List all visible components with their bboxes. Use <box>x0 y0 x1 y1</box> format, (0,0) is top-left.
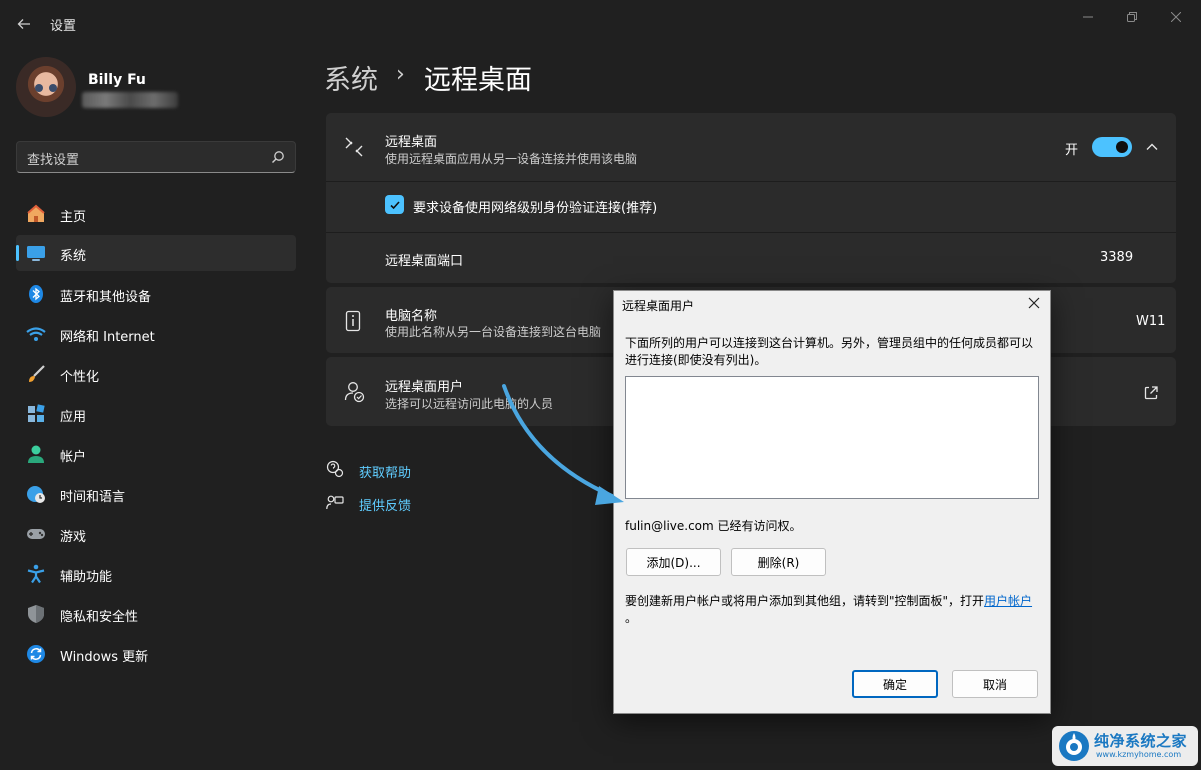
nla-checkbox[interactable] <box>385 195 404 214</box>
nav-item-windows-update[interactable]: Windows 更新 <box>16 636 296 672</box>
dialog-title: 远程桌面用户 <box>622 299 695 313</box>
rd-users-title: 远程桌面用户 <box>385 380 464 395</box>
nav-label: 帐户 <box>60 450 87 465</box>
users-listbox[interactable] <box>625 376 1039 499</box>
nav-item-personalization[interactable]: 个性化 <box>16 356 296 392</box>
brush-icon <box>26 364 46 384</box>
divider <box>326 181 1176 182</box>
dialog-intro-line1: 下面所列的用户可以连接到这台计算机。另外，管理员组中的任何成员都可以 <box>625 336 1034 350</box>
nav-label: 应用 <box>60 410 87 425</box>
get-help-link[interactable]: 获取帮助 <box>359 462 411 481</box>
remote-desktop-description: 使用远程桌面应用从另一设备连接并使用该电脑 <box>385 152 638 166</box>
remove-user-button[interactable]: 删除(R) <box>731 548 826 576</box>
nav-item-accessibility[interactable]: 辅助功能 <box>16 556 296 592</box>
divider <box>326 232 1176 233</box>
dialog-intro-line2: 进行连接(即使没有列出)。 <box>625 353 767 367</box>
title-bar: 设置 <box>0 0 1201 46</box>
pc-name-description: 使用此名称从另一台设备连接到这台电脑 <box>385 325 602 339</box>
nav-item-time-language[interactable]: 时间和语言 <box>16 476 296 512</box>
search-placeholder: 查找设置 <box>27 153 80 168</box>
open-external-icon[interactable] <box>1143 385 1159 405</box>
watermark-name: 纯净系统之家 <box>1094 732 1188 750</box>
nav-item-bluetooth[interactable]: 蓝牙和其他设备 <box>16 276 296 312</box>
nav-label: 游戏 <box>60 530 87 545</box>
watermark-url: www.kzmyhome.com <box>1096 750 1182 759</box>
selected-indicator <box>16 245 19 261</box>
remote-desktop-title: 远程桌面 <box>385 135 438 150</box>
wifi-icon <box>26 324 46 344</box>
app-title: 设置 <box>50 19 77 34</box>
nav-item-network[interactable]: 网络和 Internet <box>16 316 296 352</box>
user-accounts-link[interactable]: 用户帐户 <box>984 594 1032 608</box>
avatar[interactable] <box>16 57 76 117</box>
nav-label: 辅助功能 <box>60 570 113 585</box>
help-icon <box>326 460 344 482</box>
close-icon[interactable] <box>1154 6 1198 28</box>
annotation-arrow <box>496 382 636 514</box>
nav-label: Windows 更新 <box>60 650 149 665</box>
add-user-button[interactable]: 添加(D)... <box>626 548 721 576</box>
watermark-logo <box>1058 730 1090 762</box>
blurred-email <box>82 92 178 108</box>
give-feedback-link[interactable]: 提供反馈 <box>359 495 411 514</box>
nav-label: 系统 <box>60 249 87 264</box>
dialog-close-icon[interactable] <box>1026 295 1042 311</box>
remote-desktop-users-dialog: 远程桌面用户 下面所列的用户可以连接到这台计算机。另外，管理员组中的任何成员都可… <box>613 290 1051 714</box>
chevron-up-icon[interactable] <box>1145 139 1159 158</box>
toggle-state-label: 开 <box>1065 143 1079 158</box>
search-input[interactable]: 查找设置 <box>16 141 296 173</box>
nav-label: 隐私和安全性 <box>60 610 139 625</box>
dialog-note-end: 。 <box>625 611 638 625</box>
nav-label: 个性化 <box>60 370 100 385</box>
nav-label: 时间和语言 <box>60 490 126 505</box>
pc-name-value: W11 <box>1136 314 1166 329</box>
gamepad-icon <box>26 524 46 544</box>
apps-icon <box>26 404 46 424</box>
back-arrow-icon[interactable] <box>10 10 38 38</box>
update-icon <box>26 644 46 664</box>
access-status-text: fulin@live.com 已经有访问权。 <box>625 519 802 533</box>
account-icon <box>26 444 46 464</box>
nav-item-accounts[interactable]: 帐户 <box>16 436 296 472</box>
nav-item-privacy[interactable]: 隐私和安全性 <box>16 596 296 632</box>
pc-name-title: 电脑名称 <box>385 309 438 324</box>
nav-label: 蓝牙和其他设备 <box>60 290 152 305</box>
port-label: 远程桌面端口 <box>385 254 464 269</box>
remote-desktop-icon <box>344 136 364 162</box>
monitor-icon <box>26 243 46 263</box>
dialog-note-text: 要创建新用户帐户或将用户添加到其他组，请转到"控制面板"，打开 <box>625 594 985 608</box>
remote-desktop-toggle[interactable] <box>1092 137 1132 157</box>
home-icon <box>26 204 46 224</box>
nav-label: 网络和 Internet <box>60 330 155 345</box>
globe-clock-icon <box>26 484 46 504</box>
shield-icon <box>26 604 46 624</box>
ok-button[interactable]: 确定 <box>852 670 938 698</box>
nla-label[interactable]: 要求设备使用网络级别身份验证连接(推荐) <box>413 197 657 216</box>
watermark: 纯净系统之家 www.kzmyhome.com <box>1052 726 1198 766</box>
dialog-note: 要创建新用户帐户或将用户添加到其他组，请转到"控制面板"，打开用户帐户 <box>625 593 1045 610</box>
nav-item-home[interactable]: 主页 <box>16 196 296 232</box>
bluetooth-icon <box>26 284 46 304</box>
user-check-icon <box>343 380 367 408</box>
nav-item-system[interactable]: 系统 <box>16 235 296 271</box>
nav-item-gaming[interactable]: 游戏 <box>16 516 296 552</box>
cancel-button[interactable]: 取消 <box>952 670 1038 698</box>
breadcrumb-separator: › <box>396 62 405 87</box>
page-title: 远程桌面 <box>424 65 532 96</box>
pc-info-icon <box>345 310 363 336</box>
minimize-icon[interactable] <box>1066 6 1110 28</box>
restore-icon[interactable] <box>1110 6 1154 28</box>
breadcrumb-parent[interactable]: 系统 <box>324 58 378 97</box>
accessibility-icon <box>26 564 46 584</box>
port-value: 3389 <box>1100 250 1134 265</box>
user-name: Billy Fu <box>88 72 146 88</box>
nav-item-apps[interactable]: 应用 <box>16 396 296 432</box>
nav-label: 主页 <box>60 210 87 225</box>
feedback-icon <box>326 494 344 516</box>
search-icon[interactable] <box>271 149 285 163</box>
